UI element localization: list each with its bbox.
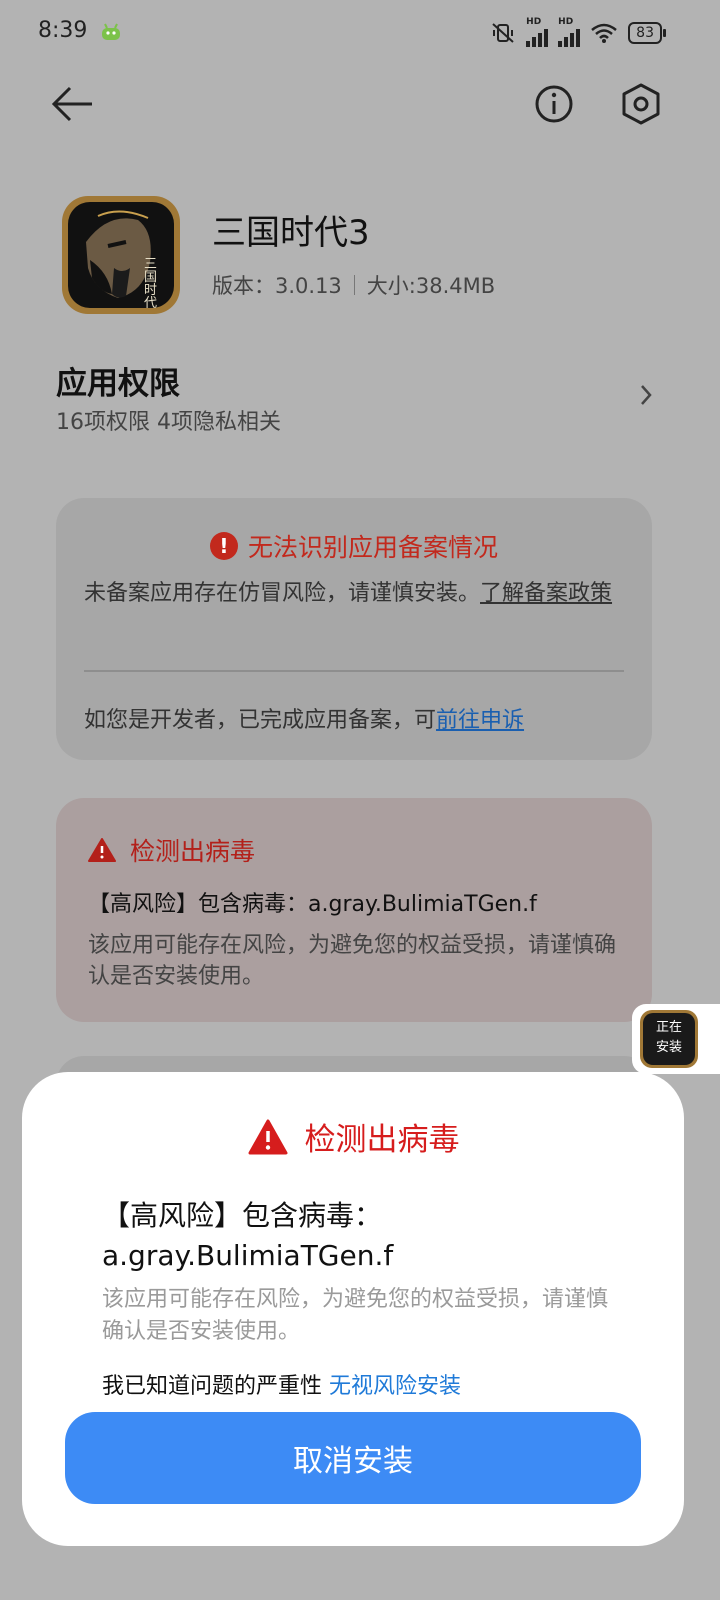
floating-install-indicator[interactable]: 正在 安装	[632, 1004, 720, 1074]
app-meta: 版本：3.0.13 大小:38.4MB	[212, 270, 495, 300]
back-button[interactable]	[50, 84, 94, 124]
developer-appeal-row: 如您是开发者，已完成应用备案，可前往申诉	[84, 702, 524, 734]
app-size: 大小:38.4MB	[366, 274, 496, 298]
cancel-install-button[interactable]: 取消安装	[65, 1412, 641, 1504]
status-icons: HD HD 83	[490, 17, 666, 47]
arrow-left-icon	[51, 86, 92, 122]
hexagon-settings-icon	[622, 83, 660, 125]
battery-indicator: 83	[628, 21, 666, 44]
dialog-risk-line2: a.gray.BulimiaTGen.f	[102, 1239, 394, 1272]
learn-filing-link[interactable]: 了解备案政策	[480, 581, 612, 606]
ignore-risk-install-link[interactable]: 无视风险安装	[329, 1374, 461, 1399]
vibrate-mute-icon	[492, 22, 514, 43]
virus-risk-text: 【高风险】包含病毒：a.gray.BulimiaTGen.f	[88, 892, 537, 917]
permissions-subtitle[interactable]: 16项权限 4项隐私相关	[56, 404, 281, 436]
signal-bars-icon	[526, 27, 549, 47]
installing-line2: 安装	[655, 1040, 682, 1055]
filing-title-row: ! 无法识别应用备案情况	[56, 528, 652, 564]
signal-2: HD	[558, 17, 581, 47]
android-icon	[102, 23, 120, 40]
virus-warning-card: 检测出病毒 【高风险】包含病毒：a.gray.BulimiaTGen.f 该应用…	[56, 798, 652, 1022]
dialog-ack-row: 我已知道问题的严重性 无视风险安装	[102, 1368, 461, 1400]
virus-title: 检测出病毒	[130, 837, 256, 866]
dialog-description: 该应用可能存在风险，为避免您的权益受损，请谨慎确认是否安装使用。	[102, 1287, 609, 1344]
info-button[interactable]	[534, 84, 574, 124]
settings-button[interactable]	[620, 82, 662, 126]
chevron-right-icon[interactable]	[636, 380, 656, 410]
virus-dialog: 检测出病毒 【高风险】包含病毒： a.gray.BulimiaTGen.f 该应…	[22, 1072, 684, 1546]
app-icon: 三国时代	[62, 196, 180, 314]
dialog-risk-line1: 【高风险】包含病毒：	[102, 1199, 383, 1232]
alert-circle-icon: !	[209, 532, 238, 560]
installing-line1: 正在	[655, 1020, 682, 1035]
virus-description: 该应用可能存在风险，为避免您的权益受损，请谨慎确认是否安装使用。	[88, 933, 617, 989]
signal-1: HD	[526, 17, 549, 47]
wifi-icon	[591, 23, 617, 43]
filing-warning-card: ! 无法识别应用备案情况 未备案应用存在仿冒风险，请谨慎安装。了解备案政策 如您…	[56, 498, 652, 760]
hd-label: HD	[526, 17, 542, 27]
app-version: 版本：3.0.13	[212, 274, 342, 298]
signal-bars-icon	[558, 27, 581, 47]
filing-description-text: 未备案应用存在仿冒风险，请谨慎安装。	[84, 581, 481, 606]
app-name: 三国时代3	[212, 213, 370, 253]
status-time: 8:39	[38, 18, 88, 43]
dialog-title: 检测出病毒	[304, 1122, 460, 1158]
appeal-link[interactable]: 前往申诉	[436, 708, 524, 733]
warning-triangle-icon	[88, 838, 116, 862]
divider	[84, 670, 624, 672]
permissions-title[interactable]: 应用权限	[56, 358, 180, 403]
divider	[353, 275, 355, 295]
installing-label: 正在 安装	[640, 1018, 698, 1058]
info-circle-icon	[535, 85, 573, 123]
hd-label: HD	[558, 17, 574, 27]
app-icon-text: 三国时代	[144, 257, 158, 308]
warning-triangle-icon	[248, 1119, 287, 1154]
virus-title-row: 检测出病毒	[88, 832, 255, 868]
ack-text: 我已知道问题的严重性	[102, 1374, 323, 1399]
dialog-risk-text: 【高风险】包含病毒： a.gray.BulimiaTGen.f	[102, 1196, 622, 1276]
developer-text: 如您是开发者，已完成应用备案，可	[84, 708, 437, 733]
filing-description: 未备案应用存在仿冒风险，请谨慎安装。了解备案政策	[84, 578, 624, 610]
dialog-title-row: 检测出病毒	[22, 1114, 684, 1159]
filing-title: 无法识别应用备案情况	[247, 533, 498, 562]
